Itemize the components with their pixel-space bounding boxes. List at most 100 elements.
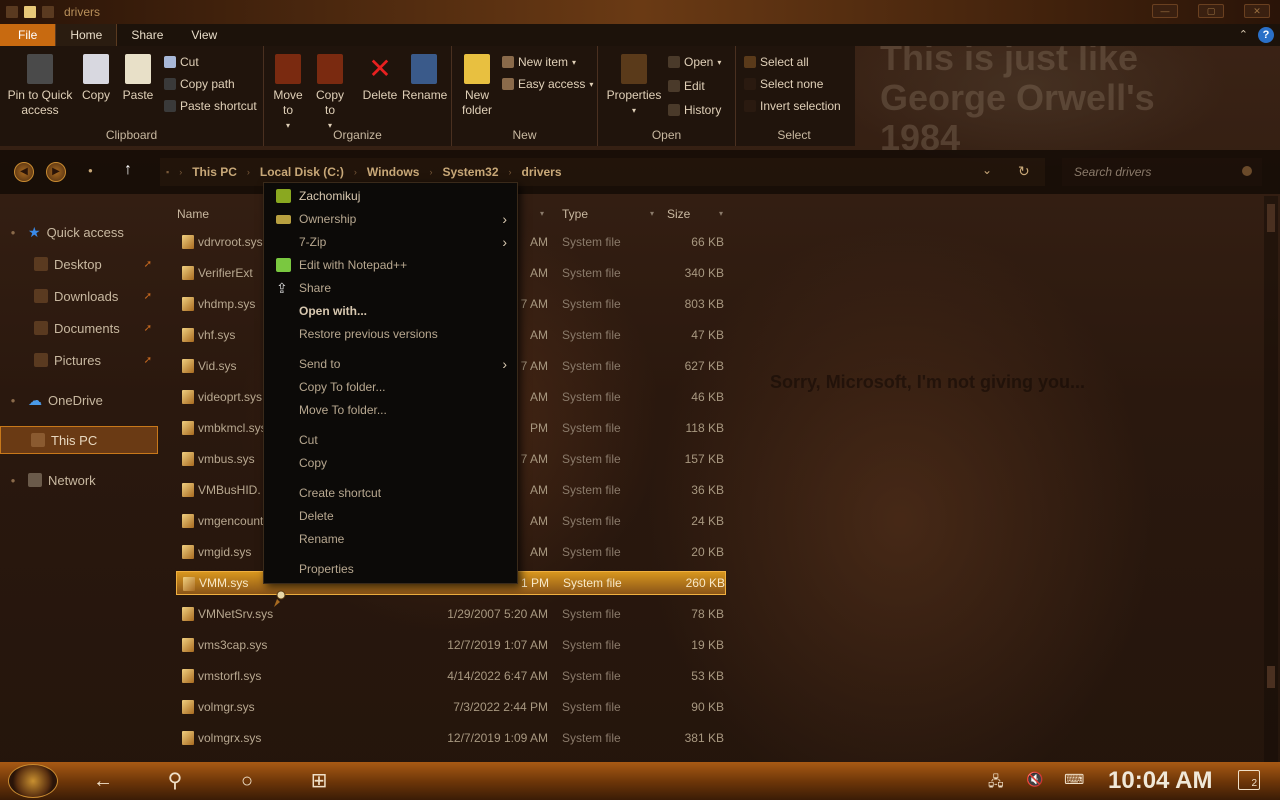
expand-arrow-icon[interactable]: ● [6,476,20,485]
menu-item-ownership[interactable]: Ownership › [264,208,517,230]
table-row[interactable]: vms3cap.sys 12/7/2019 1:07 AM System file 1… [176,633,726,657]
copy-to-button[interactable]: Copy to ▾ [314,54,346,133]
collapse-ribbon-icon[interactable]: ⌃ [1239,28,1248,41]
table-row[interactable]: volmgrx.sys 12/7/2019 1:09 AM System file 3… [176,726,726,750]
tab-view[interactable]: View [177,24,231,46]
cortana-icon[interactable]: ○ [234,770,260,792]
scrollbar-thumb[interactable] [1267,666,1275,688]
notification-center-icon[interactable]: 2 [1238,770,1260,790]
nav-downloads[interactable]: Downloads ➚ [0,282,158,310]
nav-documents[interactable]: Documents ➚ [0,314,158,342]
select-none-button[interactable]: Select none [744,74,823,94]
menu-item-move-to-folder[interactable]: Move To folder... [264,399,517,421]
breadcrumb-drivers[interactable]: drivers [522,165,562,179]
expand-arrow-icon[interactable]: ● [6,228,20,237]
expand-arrow-icon[interactable]: ● [6,396,20,405]
menu-item-restore-versions[interactable]: Restore previous versions [264,323,517,345]
search-icon[interactable]: ⚲ [162,770,188,792]
downloads-icon [34,289,48,303]
rename-button[interactable]: Rename [402,54,448,103]
maximize-button[interactable]: ▢ [1198,4,1224,18]
refresh-icon[interactable]: ↻ [1018,163,1030,180]
tab-file[interactable]: File [0,24,56,46]
new-item-button[interactable]: New item ▾ [502,52,576,72]
recent-locations-icon[interactable]: ● [88,166,93,175]
column-dropdown-icon[interactable]: ▾ [650,202,654,226]
keyboard-icon[interactable]: ⌨ [1064,771,1084,788]
cut-button[interactable]: Cut [164,52,199,72]
column-header-type[interactable]: Type ▾ [562,202,662,226]
taskbar-clock[interactable]: 10:04 AM [1108,767,1212,795]
pin-quick-access-button[interactable]: Pin to Quick access [4,54,76,118]
quick-access-toolbar-icon[interactable] [24,6,36,18]
nav-network[interactable]: ● Network [0,466,158,494]
breadcrumb-this-pc[interactable]: This PC [192,165,237,179]
properties-button[interactable]: Properties ▾ [604,54,664,118]
menu-item-edit-notepad[interactable]: Edit with Notepad++ [264,254,517,276]
menu-item-share[interactable]: ⇪ Share [264,277,517,299]
vertical-scrollbar[interactable] [1264,196,1278,762]
select-all-label: Select all [760,55,809,69]
menu-item-label: Delete [299,509,334,523]
easy-access-button[interactable]: Easy access ▾ [502,74,593,94]
copy-button[interactable]: Copy [80,54,112,103]
menu-item-copy[interactable]: Copy [264,452,517,474]
rename-label: Rename [402,88,448,102]
column-dropdown-icon[interactable]: ▾ [540,202,550,226]
minimize-button[interactable]: — [1152,4,1178,18]
move-to-button[interactable]: Move to ▾ [272,54,304,133]
back-arrow-icon[interactable]: ← [90,770,116,792]
menu-item-7zip[interactable]: 7-Zip › [264,231,517,253]
select-all-button[interactable]: Select all [744,52,809,72]
new-folder-button[interactable]: New folder [458,54,496,118]
menu-item-open-with[interactable]: Open with... [264,300,517,322]
edit-button[interactable]: Edit [668,76,705,96]
nav-desktop[interactable]: Desktop ➚ [0,250,158,278]
table-row[interactable]: volmgr.sys 7/3/2022 2:44 PM System file 90 … [176,695,726,719]
help-icon[interactable]: ? [1258,27,1274,43]
menu-item-zachomikuj[interactable]: Zachomikuj [264,185,517,207]
table-row[interactable]: vmstorfl.sys 4/14/2022 6:47 AM System file… [176,664,726,688]
history-button[interactable]: History [668,100,721,120]
up-arrow-icon[interactable]: ↑ [124,161,132,179]
task-view-icon[interactable]: ⊞ [306,770,332,792]
customize-toolbar-icon[interactable] [42,6,54,18]
table-row[interactable]: VMNetSrv.sys 1/29/2007 5:20 AM System file… [176,602,726,626]
paste-button[interactable]: Paste [120,54,156,103]
search-input[interactable]: Search drivers [1062,158,1262,186]
open-button[interactable]: Open ▾ [668,52,721,72]
file-date: 1/29/2007 5:20 AM [447,607,548,621]
column-header-name[interactable]: Name [177,202,267,226]
menu-item-rename[interactable]: Rename [264,528,517,550]
tab-share[interactable]: Share [117,24,177,46]
copy-path-label: Copy path [180,77,235,91]
delete-button[interactable]: ✕ Delete [362,54,398,103]
breadcrumb-system32[interactable]: System32 [442,165,498,179]
column-dropdown-icon[interactable]: ▾ [719,202,723,226]
menu-item-properties[interactable]: Properties [264,558,517,580]
breadcrumb-local-disk[interactable]: Local Disk (C:) [260,165,344,179]
menu-item-create-shortcut[interactable]: Create shortcut [264,482,517,504]
volume-muted-icon[interactable]: 🔇 [1026,771,1043,788]
network-tray-icon[interactable]: 🖧 [988,771,1004,795]
invert-selection-button[interactable]: Invert selection [744,96,841,116]
forward-button[interactable]: ▶ [46,162,66,182]
close-button[interactable]: ✕ [1244,4,1270,18]
address-dropdown-icon[interactable]: ⌄ [982,163,992,177]
back-button[interactable]: ◀ [14,162,34,182]
scroll-up-icon[interactable] [1267,204,1275,232]
start-button[interactable] [8,764,58,798]
menu-item-delete[interactable]: Delete [264,505,517,527]
menu-item-cut[interactable]: Cut [264,429,517,451]
paste-shortcut-button[interactable]: Paste shortcut [164,96,257,116]
column-header-size[interactable]: Size ▾ [667,202,731,226]
nav-onedrive[interactable]: ● ☁ OneDrive [0,386,158,414]
nav-this-pc[interactable]: This PC [0,426,158,454]
menu-item-send-to[interactable]: Send to › [264,353,517,375]
menu-item-copy-to-folder[interactable]: Copy To folder... [264,376,517,398]
nav-quick-access[interactable]: ● ★ Quick access [0,218,158,246]
nav-pictures[interactable]: Pictures ➚ [0,346,158,374]
copy-path-button[interactable]: Copy path [164,74,235,94]
breadcrumb-windows[interactable]: Windows [367,165,420,179]
tab-home[interactable]: Home [55,24,118,46]
